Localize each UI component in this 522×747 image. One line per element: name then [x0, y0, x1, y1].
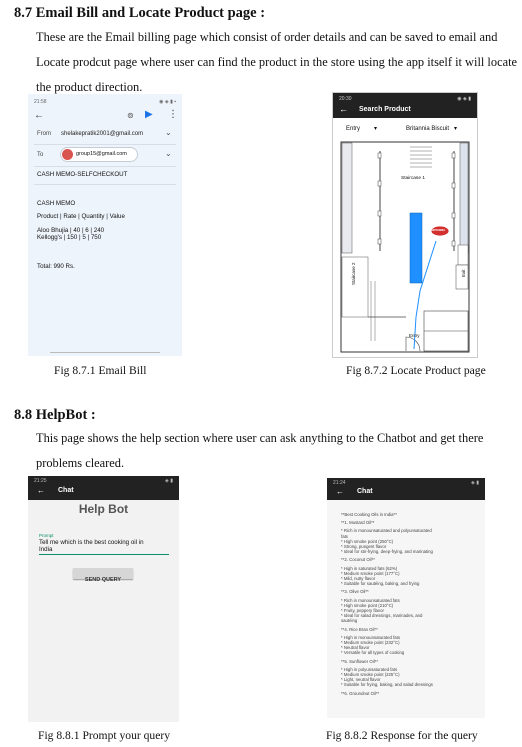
from-value[interactable]: shelakepratik2001@gmail.com	[61, 131, 143, 137]
helpbot-prompt-screenshot: 21:25 ◈ ▮ ← Chat Help Bot Prompt Tell me…	[28, 476, 179, 722]
exit-label: Exit	[461, 269, 466, 277]
more-vert-icon[interactable]: ⋮	[168, 109, 178, 120]
app-bar: 21:24 ◈ ▮ ← Chat	[327, 478, 485, 500]
body-line: Kellogg's | 150 | 5 | 750	[37, 234, 102, 241]
from-label: From	[37, 131, 51, 137]
prompt-input[interactable]: Tell me which is the best cooking oil in…	[39, 539, 169, 555]
back-arrow-icon[interactable]: ←	[336, 487, 344, 496]
body-field[interactable]: CASH MEMO Product | Rate | Quantity | Va…	[37, 200, 177, 270]
divider	[34, 166, 176, 167]
body-title: CASH MEMO	[37, 200, 76, 207]
send-icon[interactable]: ▶	[145, 109, 153, 120]
para-line: This page shows the help section where u…	[36, 431, 484, 445]
section-heading-8-7: 8.7 Email Bill and Locate Product page :	[14, 5, 266, 21]
recipient-email: group15@gmail.com	[76, 151, 127, 157]
divider	[34, 144, 176, 145]
nav-handle	[50, 352, 160, 353]
figure-caption: Fig 8.7.2 Locate Product page	[346, 364, 486, 377]
app-bar-title: Search Product	[359, 106, 411, 113]
dropdown-to[interactable]: Britannia Biscuit ▾	[406, 125, 457, 132]
app-bar: 20:30 ◉ ◈ ▮ ← Search Product	[333, 93, 477, 118]
para-line: Locate prodcut page where user can find …	[36, 55, 518, 69]
divider	[34, 184, 176, 185]
status-icons: ◈ ▮	[165, 478, 173, 484]
prompt-label: Prompt	[39, 533, 54, 538]
entry-label: Entry	[409, 333, 420, 338]
response-text: **Best Cooking Oils in India** **1. Musta…	[341, 512, 481, 696]
back-arrow-icon[interactable]: ←	[37, 486, 45, 495]
status-time: 21:24	[333, 480, 346, 486]
para-line: problems cleared.	[36, 456, 125, 470]
body-header: Product | Rate | Quantity | Value	[37, 213, 125, 220]
para-line: These are the Email billing page which c…	[36, 30, 498, 44]
recipient-chip[interactable]: group15@gmail.com	[60, 147, 138, 162]
app-bar: 21:25 ◈ ▮ ← Chat	[28, 476, 179, 500]
app-bar-title: Chat	[357, 488, 373, 495]
staircase-2-label: Staircase 2	[351, 262, 356, 285]
store-map	[340, 141, 470, 353]
figure-caption: Fig 8.7.1 Email Bill	[54, 364, 147, 377]
status-icons: ◈ ▮	[471, 480, 479, 486]
body-total: Total: 990 Rs.	[37, 263, 75, 270]
back-arrow-icon[interactable]: ←	[34, 110, 44, 121]
status-time: 21:25	[34, 478, 47, 484]
back-arrow-icon[interactable]: ←	[339, 104, 348, 114]
body-line: Aloo Bhujia | 40 | 6 | 240	[37, 227, 105, 234]
helpbot-response-screenshot: 21:24 ◈ ▮ ← Chat **Best Cooking Oils in …	[327, 478, 485, 718]
send-query-label: SEND QUERY	[84, 577, 122, 583]
chevron-down-icon[interactable]: ⌄	[165, 128, 172, 137]
email-bill-screenshot: 21:58 ◉ ◈ ▮ ▪ ← ⊚ ▶ ⋮ From shelakepratik…	[28, 94, 182, 356]
send-query-button[interactable]: SEND QUERY	[73, 568, 133, 583]
section-heading-8-8: 8.8 HelpBot :	[14, 407, 96, 423]
attach-icon[interactable]: ⊚	[127, 111, 134, 120]
product-marker-icon[interactable]: BRITANNIA	[431, 229, 445, 232]
avatar	[62, 149, 73, 160]
section-paragraph-8-7: These are the Email billing page which c…	[36, 25, 518, 100]
page-title: Help Bot	[78, 502, 129, 516]
section-paragraph-8-8: This page shows the help section where u…	[36, 426, 494, 476]
status-icons: ◉ ◈ ▮	[457, 96, 471, 102]
chevron-down-icon[interactable]: ⌄	[165, 149, 172, 158]
status-icons: ◉ ◈ ▮ ▪	[159, 99, 176, 105]
locate-product-screenshot: 20:30 ◉ ◈ ▮ ← Search Product Entry ▾ Brit…	[332, 92, 478, 358]
response-line: **6. Groundnut Oil**	[341, 690, 380, 696]
prompt-text: India	[39, 546, 53, 553]
figure-caption: Fig 8.8.2 Response for the query	[326, 729, 478, 742]
status-bar: 21:58	[34, 99, 47, 105]
dropdown-from[interactable]: Entry ▾	[346, 125, 377, 132]
to-label: To	[37, 152, 44, 158]
subject-field[interactable]: CASH MEMO-SELFCHECKOUT	[37, 171, 127, 178]
prompt-text: Tell me which is the best cooking oil in	[39, 539, 144, 546]
staircase-1-label: Staircase 1	[401, 176, 425, 181]
app-bar-title: Chat	[58, 487, 74, 494]
status-time: 20:30	[339, 96, 352, 102]
figure-caption: Fig 8.8.1 Prompt your query	[38, 729, 171, 742]
